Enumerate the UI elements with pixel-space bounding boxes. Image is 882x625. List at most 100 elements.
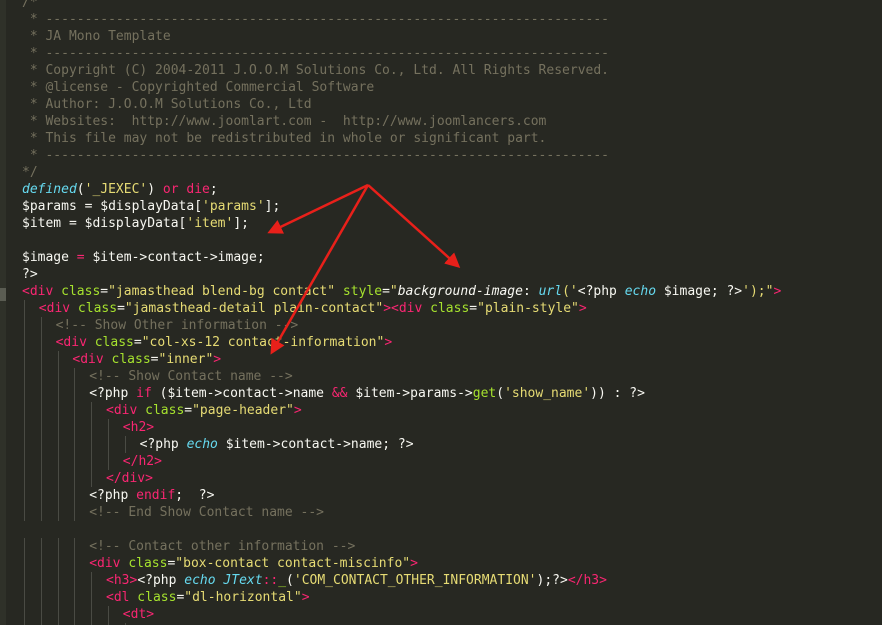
code-token: <!-- Contact other information -->: [89, 539, 356, 554]
code-token: $params: [22, 199, 77, 214]
code-line[interactable]: <dt>: [22, 606, 882, 623]
code-token: '_JEXEC': [84, 182, 148, 197]
code-line[interactable]: $item = $displayData['item'];: [22, 215, 882, 232]
code-token: _: [278, 573, 287, 588]
code-token: (': [562, 284, 578, 299]
code-token: =: [150, 352, 159, 367]
code-token: endif: [136, 488, 176, 503]
code-line[interactable]: <!-- Show Contact name -->: [22, 368, 882, 385]
code-token: * Copyright (C) 2004-2011 J.O.O.M Soluti…: [22, 63, 609, 78]
indent-guide: [24, 470, 25, 487]
code-line[interactable]: <h3><?php echo JText::_('COM_CONTACT_OTH…: [22, 572, 882, 589]
code-line[interactable]: defined('_JEXEC') or die;: [22, 181, 882, 198]
code-line[interactable]: ?>: [22, 266, 882, 283]
code-editor[interactable]: /* * -----------------------------------…: [0, 0, 882, 625]
code-line[interactable]: <h2>: [22, 419, 882, 436]
indent: [22, 470, 106, 487]
code-line[interactable]: <?php if ($item->contact->name && $item-…: [22, 385, 882, 402]
indent-guide: [74, 487, 76, 504]
code-line[interactable]: <!-- End Show Contact name -->: [22, 504, 882, 521]
code-line[interactable]: $image = $item->contact->image;: [22, 249, 882, 266]
code-line[interactable]: /*: [22, 0, 882, 11]
indent-guide: [40, 317, 42, 334]
code-token: <?php: [89, 488, 137, 503]
indent: [22, 572, 106, 589]
line-gutter: [0, 0, 6, 625]
code-token: ->contact->image;: [131, 250, 265, 265]
indent-guide: [74, 436, 76, 453]
code-line[interactable]: * @license - Copyrighted Commercial Soft…: [22, 79, 882, 96]
indent-guide: [74, 385, 76, 402]
code-line[interactable]: <div class="jamasthead blend-bg contact"…: [22, 283, 882, 300]
code-token: style: [335, 284, 383, 299]
code-line[interactable]: </h2>: [22, 453, 882, 470]
code-token: <div: [55, 335, 87, 350]
indent-guide: [40, 419, 42, 436]
code-token: $image;: [656, 284, 727, 299]
code-line[interactable]: <?php echo $item->contact->name; ?>: [22, 436, 882, 453]
code-token: <div: [391, 301, 423, 316]
code-line[interactable]: <div class="col-xs-12 contact-informatio…: [22, 334, 882, 351]
code-token: class: [70, 301, 118, 316]
code-line[interactable]: <div class="inner">: [22, 351, 882, 368]
code-line[interactable]: * Websites: http://www.joomlart.com - ht…: [22, 113, 882, 130]
code-line[interactable]: * Copyright (C) 2004-2011 J.O.O.M Soluti…: [22, 62, 882, 79]
indent-guide: [24, 402, 25, 419]
indent: [22, 300, 39, 317]
code-line[interactable]: <div class="page-header">: [22, 402, 882, 419]
code-token: >: [384, 335, 393, 350]
code-token: <dt>: [122, 607, 155, 622]
code-token: ; ?>: [175, 488, 215, 503]
code-token: <h2>: [122, 420, 155, 435]
code-line[interactable]: <div class="jamasthead-detail plain-cont…: [22, 300, 882, 317]
indent-guide: [57, 419, 59, 436]
indent-guide: [91, 589, 93, 606]
code-line[interactable]: */: [22, 164, 882, 181]
code-token: (: [496, 386, 505, 401]
code-token: =: [133, 335, 142, 350]
code-token: defined: [22, 182, 77, 197]
code-line[interactable]: <div class="box-contact contact-miscinfo…: [22, 555, 882, 572]
code-token: (: [151, 386, 168, 401]
indent-guide: [57, 470, 59, 487]
code-token: ?>: [397, 437, 414, 452]
code-line[interactable]: </div>: [22, 470, 882, 487]
indent-guide: [24, 317, 25, 334]
code-token: >: [301, 590, 310, 605]
code-line[interactable]: * JA Mono Template: [22, 28, 882, 45]
code-token: get: [472, 386, 497, 401]
code-line[interactable]: [22, 232, 882, 249]
code-line[interactable]: $params = $displayData['params'];: [22, 198, 882, 215]
code-line[interactable]: <?php endif; ?>: [22, 487, 882, 504]
indent-guide: [57, 385, 59, 402]
code-token: =: [117, 301, 125, 316]
code-view[interactable]: /* * -----------------------------------…: [22, 0, 882, 625]
code-token: "inner": [158, 352, 214, 367]
code-token: * --------------------------------------…: [22, 46, 609, 61]
code-line[interactable]: <!-- Contact other information -->: [22, 538, 882, 555]
code-token: <?php: [89, 386, 137, 401]
indent-guide: [74, 419, 76, 436]
code-line[interactable]: <dl class="dl-horizontal">: [22, 589, 882, 606]
code-token: or: [162, 182, 179, 197]
indent-guide: [40, 470, 42, 487]
indent-guide: [74, 606, 76, 623]
code-token: * This file may not be redistributed in …: [22, 131, 547, 146]
indent-guide: [57, 436, 59, 453]
code-token: class: [120, 556, 168, 571]
code-line[interactable]: * --------------------------------------…: [22, 147, 882, 164]
code-line[interactable]: * --------------------------------------…: [22, 11, 882, 28]
indent-guide: [91, 453, 93, 470]
code-line[interactable]: * This file may not be redistributed in …: [22, 130, 882, 147]
code-token: "col-xs-12 contact-information": [141, 335, 385, 350]
code-line[interactable]: * Author: J.O.O.M Solutions Co., Ltd: [22, 96, 882, 113]
code-token: ');": [742, 284, 774, 299]
indent-guide: [124, 436, 126, 453]
code-line[interactable]: * --------------------------------------…: [22, 45, 882, 62]
code-token: ];: [233, 216, 249, 231]
code-token: "box-contact contact-miscinfo": [175, 556, 411, 571]
code-line[interactable]: <!-- Show Other information -->: [22, 317, 882, 334]
code-token: echo: [186, 437, 218, 452]
code-line[interactable]: [22, 521, 882, 538]
